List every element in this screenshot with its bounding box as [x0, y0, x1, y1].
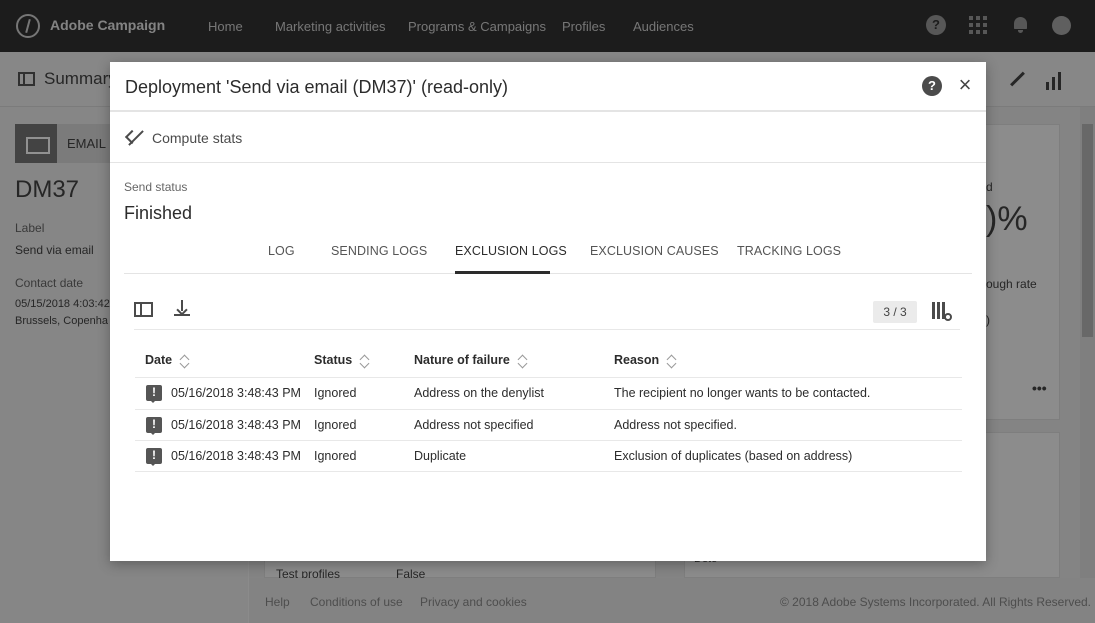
table-row[interactable]: ! 05/16/2018 3:48:43 PM Ignored Address …	[135, 408, 962, 440]
column-header-status[interactable]: Status	[314, 353, 370, 367]
modal-toolbar: Compute stats	[110, 114, 986, 163]
tab-exclusion-logs[interactable]: EXCLUSION LOGS	[455, 244, 567, 258]
cell-nature-of-failure: Duplicate	[414, 449, 467, 463]
cell-reason: Exclusion of duplicates (based on addres…	[614, 449, 853, 463]
warning-icon: !	[146, 416, 162, 435]
cell-date: 05/16/2018 3:48:43 PM	[171, 449, 301, 463]
modal-header: Deployment 'Send via email (DM37)' (read…	[110, 62, 986, 112]
column-header-nature-of-failure[interactable]: Nature of failure	[414, 353, 528, 367]
cell-date: 05/16/2018 3:48:43 PM	[171, 386, 301, 400]
warning-icon: !	[146, 448, 162, 466]
toggle-panel-icon[interactable]	[134, 302, 153, 317]
deployment-modal: Deployment 'Send via email (DM37)' (read…	[110, 62, 986, 561]
exclusion-logs-table: ! 05/16/2018 3:48:43 PM Ignored Address …	[135, 377, 962, 472]
tab-log[interactable]: LOG	[268, 244, 295, 258]
cell-status: Ignored	[314, 386, 357, 400]
send-status-value: Finished	[124, 203, 193, 223]
compute-stats-button[interactable]: Compute stats	[152, 130, 242, 146]
cell-nature-of-failure: Address not specified	[414, 417, 534, 432]
log-tabs: LOG SENDING LOGS EXCLUSION LOGS EXCLUSIO…	[124, 240, 972, 274]
cell-status: Ignored	[314, 417, 357, 432]
table-header: Date Status Nature of failure Reason	[134, 348, 962, 376]
configure-columns-icon[interactable]	[932, 302, 952, 322]
active-tab-indicator	[455, 271, 550, 274]
column-header-date[interactable]: Date	[145, 353, 190, 367]
sort-icon	[665, 355, 677, 367]
cell-nature-of-failure: Address on the denylist	[414, 386, 544, 400]
cell-date: 05/16/2018 3:48:43 PM	[171, 417, 301, 432]
modal-title: Deployment 'Send via email (DM37)' (read…	[125, 77, 509, 97]
grid-toolbar: 3 / 3	[134, 294, 960, 330]
modal-close-button[interactable]: ×	[955, 74, 975, 96]
column-header-reason[interactable]: Reason	[614, 353, 677, 367]
sort-icon	[516, 355, 528, 367]
tab-exclusion-causes[interactable]: EXCLUSION CAUSES	[590, 244, 719, 258]
tab-sending-logs[interactable]: SENDING LOGS	[331, 244, 427, 258]
cell-status: Ignored	[314, 449, 357, 463]
warning-icon: !	[146, 385, 162, 403]
sort-icon	[358, 355, 370, 367]
send-status-label: Send status	[124, 180, 188, 194]
sort-icon	[178, 355, 190, 367]
cell-reason: Address not specified.	[614, 417, 737, 432]
compute-stats-icon[interactable]	[124, 128, 146, 148]
download-icon[interactable]	[174, 300, 190, 318]
modal-help-icon[interactable]: ?	[922, 76, 942, 96]
record-count-badge: 3 / 3	[873, 301, 917, 323]
cell-reason: The recipient no longer wants to be cont…	[614, 386, 871, 400]
table-row[interactable]: ! 05/16/2018 3:48:43 PM Ignored Address …	[135, 377, 962, 409]
tab-tracking-logs[interactable]: TRACKING LOGS	[737, 244, 841, 258]
table-row[interactable]: ! 05/16/2018 3:48:43 PM Ignored Duplicat…	[135, 440, 962, 472]
